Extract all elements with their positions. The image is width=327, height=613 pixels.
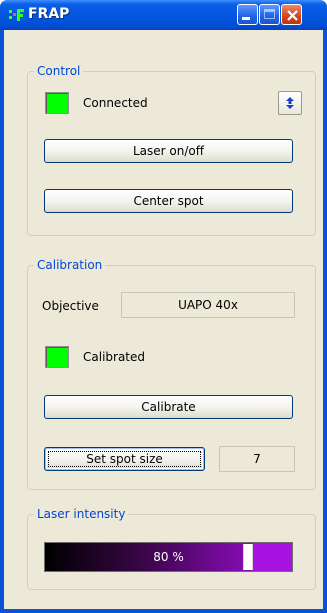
calibration-legend: Calibration [34, 258, 106, 272]
close-button[interactable] [281, 4, 302, 25]
slider-thumb[interactable] [243, 544, 253, 570]
window-title: FRAP [28, 6, 70, 22]
sync-button[interactable] [278, 91, 302, 115]
minimize-icon [242, 17, 250, 20]
close-icon [287, 10, 298, 21]
laser-toggle-button[interactable]: Laser on/off [44, 139, 293, 163]
maximize-icon [264, 9, 275, 19]
laser-intensity-legend: Laser intensity [34, 507, 129, 521]
window-frame-bottom [0, 609, 327, 613]
app-icon [8, 7, 26, 23]
title-bar[interactable]: FRAP [0, 0, 327, 30]
minimize-button[interactable] [237, 4, 258, 25]
control-legend: Control [34, 64, 84, 78]
sync-arrows-icon [286, 97, 294, 109]
objective-label: Objective [42, 299, 99, 313]
set-spot-size-button[interactable]: Set spot size [44, 447, 205, 471]
maximize-button[interactable] [259, 4, 280, 25]
window-frame-right [323, 30, 327, 613]
laser-intensity-value: 80 % [153, 550, 184, 564]
laser-intensity-slider[interactable]: 80 % [44, 542, 293, 572]
connected-label: Connected [83, 96, 148, 110]
connected-indicator [45, 92, 69, 114]
frap-window: FRAP Control Connected Laser on/off Cent… [0, 0, 327, 613]
calibrated-label: Calibrated [83, 350, 146, 364]
spot-size-field: 7 [219, 446, 295, 472]
calibrate-button[interactable]: Calibrate [44, 395, 293, 419]
calibrated-indicator [45, 346, 69, 368]
center-spot-button[interactable]: Center spot [44, 189, 293, 213]
objective-field: UAPO 40x [121, 292, 295, 318]
set-spot-size-label: Set spot size [86, 452, 163, 466]
